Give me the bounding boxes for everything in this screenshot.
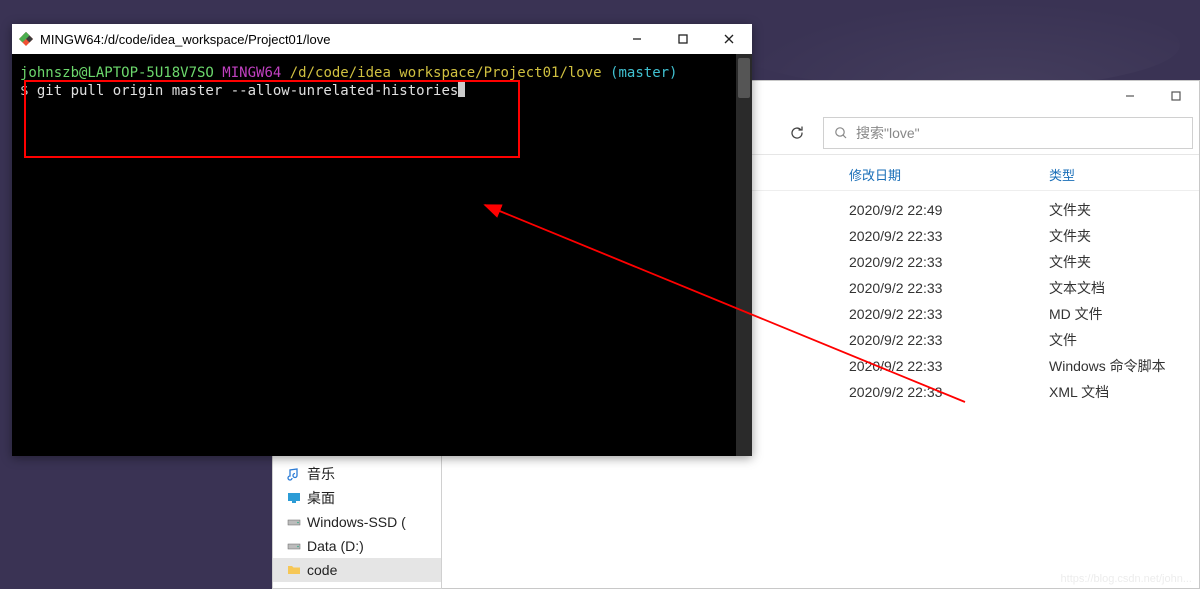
- prompt-dollar: $: [20, 83, 37, 99]
- terminal-titlebar[interactable]: MINGW64:/d/code/idea_workspace/Project01…: [12, 24, 752, 54]
- terminal-scrollbar[interactable]: [736, 54, 752, 456]
- music-icon: [287, 467, 301, 481]
- sidebar-item-windows-ssd[interactable]: Windows-SSD (: [273, 510, 441, 534]
- search-placeholder: 搜索"love": [856, 123, 920, 143]
- sidebar: 音乐 桌面 Windows-SSD ( Data (D:) code: [272, 456, 442, 589]
- watermark: https://blog.csdn.net/john...: [1061, 573, 1192, 585]
- decorative-blob: [730, 0, 1180, 90]
- minimize-button[interactable]: [614, 24, 660, 54]
- column-header-date[interactable]: 修改日期: [849, 165, 1049, 184]
- prompt-branch: (master): [610, 65, 677, 81]
- search-icon: [834, 126, 848, 140]
- cursor: [458, 82, 465, 97]
- prompt-path: /d/code/idea_workspace/Project01/love: [290, 65, 602, 81]
- prompt-user: johnszb@LAPTOP-5U18V7SO: [20, 65, 214, 81]
- desktop-icon: [287, 491, 301, 505]
- drive-icon: [287, 539, 301, 553]
- sidebar-item-code[interactable]: code: [273, 558, 441, 582]
- terminal-prompt-line: johnszb@LAPTOP-5U18V7SO MINGW64 /d/code/…: [20, 64, 740, 82]
- close-button[interactable]: [706, 24, 752, 54]
- terminal-title: MINGW64:/d/code/idea_workspace/Project01…: [40, 32, 330, 47]
- folder-icon: [287, 563, 301, 577]
- sidebar-item-label: code: [307, 562, 337, 578]
- prompt-host: MINGW64: [214, 65, 290, 81]
- sidebar-item-label: Windows-SSD (: [307, 514, 406, 530]
- column-header-type[interactable]: 类型: [1049, 165, 1199, 184]
- minimize-button[interactable]: [1107, 81, 1153, 111]
- maximize-button[interactable]: [660, 24, 706, 54]
- terminal-window: MINGW64:/d/code/idea_workspace/Project01…: [12, 24, 752, 456]
- sidebar-item-label: 音乐: [307, 464, 335, 484]
- sidebar-item-label: Data (D:): [307, 538, 364, 554]
- sidebar-item-desktop[interactable]: 桌面: [273, 486, 441, 510]
- sidebar-item-data-d[interactable]: Data (D:): [273, 534, 441, 558]
- scrollbar-thumb[interactable]: [738, 58, 750, 98]
- search-input[interactable]: 搜索"love": [823, 117, 1193, 149]
- git-icon: [18, 31, 34, 47]
- maximize-button[interactable]: [1153, 81, 1199, 111]
- command-text: git pull origin master --allow-unrelated…: [37, 83, 458, 99]
- drive-icon: [287, 515, 301, 529]
- terminal-command-line: $ git pull origin master --allow-unrelat…: [20, 82, 740, 100]
- sidebar-item-label: 桌面: [307, 488, 335, 508]
- sidebar-item-music[interactable]: 音乐: [273, 462, 441, 486]
- refresh-button[interactable]: [781, 117, 813, 149]
- terminal-body[interactable]: johnszb@LAPTOP-5U18V7SO MINGW64 /d/code/…: [12, 54, 752, 456]
